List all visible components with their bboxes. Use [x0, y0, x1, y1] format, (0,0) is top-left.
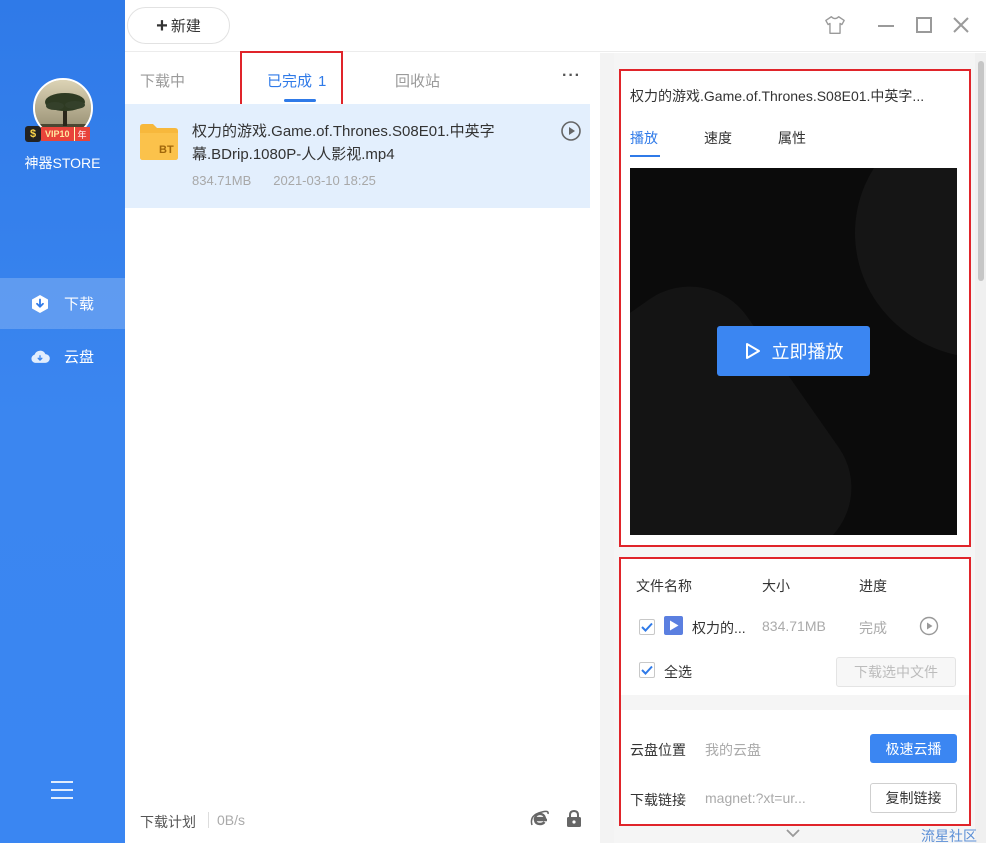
tab-speed[interactable]: 速度 — [704, 128, 732, 148]
tab-underline — [630, 155, 660, 157]
bt-folder-icon: BT — [140, 124, 178, 160]
detail-title: 权力的游戏.Game.of.Thrones.S08E01.中英字... — [630, 88, 925, 104]
play-icon — [745, 343, 760, 359]
scrollbar-thumb[interactable] — [978, 61, 984, 281]
file-checkbox[interactable] — [639, 619, 655, 635]
tab-label: 已完成 — [267, 73, 313, 90]
vip-badge: $ VIP10 年 — [25, 126, 101, 142]
video-file-icon — [664, 616, 683, 635]
tab-downloading[interactable]: 下载中 — [140, 70, 185, 91]
play-circle-icon[interactable] — [561, 121, 581, 141]
fast-cloud-play-button[interactable]: 极速云播 — [870, 734, 957, 763]
file-size: 834.71MB — [192, 173, 252, 188]
video-player[interactable]: 立即播放 — [630, 168, 957, 535]
play-now-label: 立即播放 — [771, 342, 844, 362]
username[interactable]: 神器STORE — [0, 153, 125, 173]
cloud-location-value[interactable]: 我的云盘 — [705, 740, 761, 760]
hamburger-menu-icon[interactable] — [51, 781, 73, 801]
browser-icon[interactable] — [530, 809, 550, 829]
download-selected-button[interactable]: 下载选中文件 — [836, 657, 956, 687]
more-options-icon[interactable]: ··· — [562, 67, 581, 85]
file-date: 2021-03-10 18:25 — [273, 173, 376, 188]
sidebar: $ VIP10 年 神器STORE 下载 云盘 — [0, 0, 125, 843]
file-row-progress: 完成 — [859, 620, 887, 636]
tab-label: 下载中 — [140, 73, 186, 90]
top-toolbar: + 新建 — [125, 0, 986, 52]
select-all-label: 全选 — [664, 664, 692, 680]
play-circle-icon[interactable] — [919, 616, 939, 636]
column-header-progress: 进度 — [859, 578, 887, 594]
status-tabs: 下载中 已完成 1 回收站 ··· — [125, 53, 600, 104]
tab-properties[interactable]: 属性 — [778, 128, 806, 148]
tab-count: 1 — [318, 73, 327, 90]
file-list-card: 文件名称 大小 进度 权力的... 834.71MB 完成 全选 下载选中文件 — [620, 558, 970, 695]
checkmark-icon — [641, 665, 653, 675]
vip-level: VIP10 — [41, 127, 74, 141]
avatar[interactable]: $ VIP10 年 — [25, 78, 93, 142]
sidebar-item-cloud[interactable]: 云盘 — [0, 331, 125, 382]
download-link-value: magnet:?xt=ur... — [705, 790, 806, 806]
detail-info-card: 权力的游戏.Game.of.Thrones.S08E01.中英字... 播放 速… — [620, 70, 970, 546]
download-plan-link[interactable]: 下载计划 — [140, 812, 196, 832]
tab-underline — [284, 99, 316, 102]
new-task-button[interactable]: + 新建 — [127, 7, 230, 44]
checkmark-icon — [641, 622, 653, 632]
vip-year: 年 — [73, 127, 90, 141]
watermark: 流星社区 — [921, 828, 977, 843]
pane-divider — [600, 53, 614, 843]
download-icon — [30, 294, 50, 314]
tab-play[interactable]: 播放 — [630, 128, 658, 148]
plus-icon: + — [156, 14, 168, 37]
download-speed: 0B/s — [208, 812, 245, 828]
file-meta: 834.71MB 2021-03-10 18:25 — [192, 173, 376, 188]
file-row-size: 834.71MB — [762, 618, 826, 634]
minimize-icon[interactable] — [875, 14, 897, 36]
sidebar-item-download[interactable]: 下载 — [0, 278, 125, 329]
column-header-name: 文件名称 — [636, 578, 692, 594]
cloud-location-label: 云盘位置 — [630, 742, 686, 758]
lock-icon[interactable] — [565, 809, 585, 829]
status-bar: 下载计划 0B/s — [125, 797, 600, 843]
list-item[interactable]: BT 权力的游戏.Game.of.Thrones.S08E01.中英字幕.BDr… — [125, 104, 590, 208]
tab-label: 回收站 — [395, 73, 441, 90]
download-link-label: 下载链接 — [630, 792, 686, 808]
skin-icon[interactable] — [824, 14, 846, 36]
tab-completed[interactable]: 已完成 1 — [267, 70, 326, 91]
file-row-name: 权力的... — [692, 620, 746, 636]
chevron-down-icon[interactable] — [785, 826, 801, 840]
copy-link-button[interactable]: 复制链接 — [870, 783, 957, 813]
play-now-button[interactable]: 立即播放 — [717, 326, 870, 376]
new-task-label: 新建 — [170, 18, 201, 35]
close-icon[interactable] — [950, 14, 972, 36]
maximize-icon[interactable] — [913, 14, 935, 36]
bt-label: BT — [159, 144, 174, 156]
column-header-size: 大小 — [762, 578, 790, 594]
cloud-icon — [30, 347, 50, 367]
cloud-card: 云盘位置 我的云盘 极速云播 下载链接 magnet:?xt=ur... 复制链… — [620, 710, 970, 825]
file-name: 权力的游戏.Game.of.Thrones.S08E01.中英字幕.BDrip.… — [192, 123, 495, 163]
scrollbar[interactable] — [975, 53, 986, 843]
sidebar-item-label: 云盘 — [64, 349, 95, 366]
select-all-checkbox[interactable] — [639, 662, 655, 678]
tab-recycle-bin[interactable]: 回收站 — [395, 70, 440, 91]
sidebar-item-label: 下载 — [64, 296, 95, 313]
lightning-icon: $ — [25, 126, 41, 142]
